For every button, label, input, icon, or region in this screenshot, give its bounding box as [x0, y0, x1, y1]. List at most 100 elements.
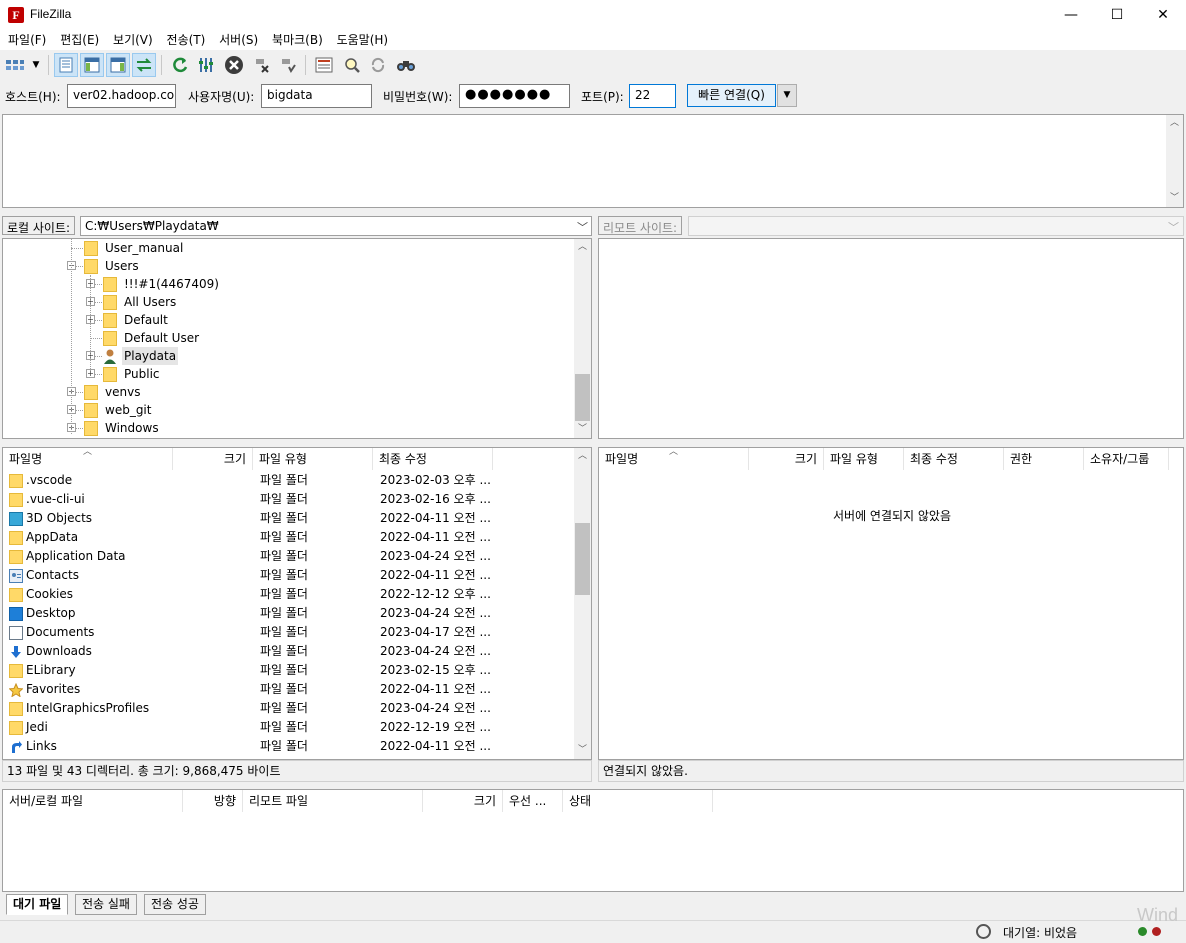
- scroll-down-icon[interactable]: ﹀: [1166, 190, 1183, 207]
- col-filetype[interactable]: 파일 유형: [824, 448, 904, 470]
- menu-view[interactable]: 보기(V): [108, 30, 158, 50]
- tree-node[interactable]: + venvs: [3, 383, 573, 401]
- scroll-down-icon[interactable]: ﹀: [574, 742, 591, 759]
- local-status: 13 파일 및 43 디렉터리. 총 크기: 9,868,475 바이트: [2, 760, 592, 782]
- file-row[interactable]: Jedi 파일 폴더 2022-12-19 오전 ...: [3, 718, 575, 737]
- file-row[interactable]: Cookies 파일 폴더 2022-12-12 오후 ...: [3, 585, 575, 604]
- tree-node[interactable]: + Playdata: [3, 347, 573, 365]
- file-row[interactable]: AppData 파일 폴더 2022-04-11 오전 ...: [3, 528, 575, 547]
- tree-node[interactable]: + web_git: [3, 401, 573, 419]
- local-site-path-input[interactable]: C:₩Users₩Playdata₩: [80, 216, 592, 236]
- site-manager-dropdown-icon[interactable]: ▼: [28, 53, 44, 77]
- scroll-down-icon[interactable]: ﹀: [574, 421, 591, 438]
- search-remote-files-icon[interactable]: [394, 53, 418, 77]
- password-input[interactable]: ●●●●●●●: [459, 84, 570, 108]
- menu-bookmarks[interactable]: 북마크(B): [267, 30, 328, 50]
- file-row[interactable]: Favorites 파일 폴더 2022-04-11 오전 ...: [3, 680, 575, 699]
- col-direction[interactable]: 방향: [183, 790, 243, 812]
- tree-node[interactable]: + All Users: [3, 293, 573, 311]
- tree-node[interactable]: + !!!#1(4467409): [3, 275, 573, 293]
- directory-listing-filters-icon[interactable]: [312, 53, 336, 77]
- quickconnect-dropdown-icon[interactable]: ▼: [777, 84, 797, 107]
- tree-node[interactable]: + Public: [3, 365, 573, 383]
- local-list-scrollbar[interactable]: ︿ ﹀: [574, 448, 591, 759]
- file-row[interactable]: Desktop 파일 폴더 2023-04-24 오전 ...: [3, 604, 575, 623]
- file-row[interactable]: Contacts 파일 폴더 2022-04-11 오전 ...: [3, 566, 575, 585]
- col-owner-group[interactable]: 소유자/그룹: [1084, 448, 1169, 470]
- port-input[interactable]: 22: [629, 84, 676, 108]
- col-size[interactable]: 크기: [423, 790, 503, 812]
- queue-status-icon: [976, 924, 991, 939]
- menu-server[interactable]: 서버(S): [214, 30, 263, 50]
- menu-edit[interactable]: 편집(E): [55, 30, 104, 50]
- disconnect-icon[interactable]: [250, 53, 274, 77]
- file-row[interactable]: ELibrary 파일 폴더 2023-02-15 오후 ...: [3, 661, 575, 680]
- scroll-up-icon[interactable]: ︿: [574, 239, 591, 256]
- tab-failed-transfers[interactable]: 전송 실패: [75, 894, 137, 915]
- col-status[interactable]: 상태: [563, 790, 713, 812]
- reconnect-icon[interactable]: [276, 53, 300, 77]
- maximize-button[interactable]: ☐: [1094, 0, 1140, 30]
- sort-ascending-icon: ︿: [83, 447, 93, 457]
- remote-path-dropdown-icon[interactable]: ﹀: [1168, 219, 1179, 235]
- scroll-thumb[interactable]: [575, 523, 590, 595]
- file-row[interactable]: Links 파일 폴더 2022-04-11 오전 ...: [3, 737, 575, 756]
- menu-help[interactable]: 도움말(H): [332, 30, 394, 50]
- col-modified[interactable]: 최종 수정: [904, 448, 1004, 470]
- host-input[interactable]: ver02.hadoop.com: [67, 84, 176, 108]
- toggle-transfer-queue-icon[interactable]: [132, 53, 156, 77]
- col-size[interactable]: 크기: [173, 448, 253, 470]
- tree-node[interactable]: + Windows: [3, 419, 573, 437]
- tab-successful-transfers[interactable]: 전송 성공: [144, 894, 206, 915]
- folder-icon: [9, 550, 23, 564]
- scroll-up-icon[interactable]: ︿: [574, 448, 591, 465]
- col-permissions[interactable]: 권한: [1004, 448, 1084, 470]
- close-button[interactable]: ✕: [1140, 0, 1186, 30]
- col-priority[interactable]: 우선 ...: [503, 790, 563, 812]
- remote-site-label: 리모트 사이트:: [598, 216, 683, 235]
- col-remote-file[interactable]: 리모트 파일: [243, 790, 423, 812]
- folder-icon: [9, 702, 23, 716]
- toggle-local-tree-icon[interactable]: [80, 53, 104, 77]
- tree-node[interactable]: + Default: [3, 311, 573, 329]
- tree-node-label: Default: [124, 313, 168, 327]
- minimize-button[interactable]: —: [1048, 0, 1094, 30]
- process-queue-icon[interactable]: [194, 53, 218, 77]
- file-row[interactable]: IntelGraphicsProfiles 파일 폴더 2023-04-24 오전 …: [3, 699, 575, 718]
- col-modified[interactable]: 최종 수정: [373, 448, 493, 470]
- file-row[interactable]: Application Data 파일 폴더 2023-04-24 오전 ...: [3, 547, 575, 566]
- menu-bar: 파일(F) 편집(E) 보기(V) 전송(T) 서버(S) 북마크(B) 도움말…: [0, 30, 1186, 50]
- toggle-message-log-icon[interactable]: [54, 53, 78, 77]
- local-tree-scrollbar[interactable]: ︿ ﹀: [574, 239, 591, 438]
- scroll-up-icon[interactable]: ︿: [1166, 115, 1183, 132]
- col-filetype[interactable]: 파일 유형: [253, 448, 373, 470]
- menu-file[interactable]: 파일(F): [3, 30, 51, 50]
- file-row[interactable]: .vue-cli-ui 파일 폴더 2023-02-16 오후 ...: [3, 490, 575, 509]
- remote-site-path-input[interactable]: [688, 216, 1184, 236]
- file-row[interactable]: .vscode 파일 폴더 2023-02-03 오후 ...: [3, 471, 575, 490]
- window-title: FileZilla: [30, 7, 72, 21]
- file-row[interactable]: 3D Objects 파일 폴더 2022-04-11 오전 ...: [3, 509, 575, 528]
- tree-node[interactable]: − Users: [3, 257, 573, 275]
- quickconnect-button[interactable]: 빠른 연결(Q): [687, 84, 776, 107]
- message-log-scrollbar[interactable]: ︿ ﹀: [1166, 115, 1183, 207]
- file-row[interactable]: Documents 파일 폴더 2023-04-17 오전 ...: [3, 623, 575, 642]
- col-server-local-file[interactable]: 서버/로컬 파일: [3, 790, 183, 812]
- site-manager-icon[interactable]: [4, 53, 26, 77]
- cancel-operation-icon[interactable]: [222, 53, 246, 77]
- menu-transfer[interactable]: 전송(T): [162, 30, 211, 50]
- file-row[interactable]: Downloads 파일 폴더 2023-04-24 오전 ...: [3, 642, 575, 661]
- file-modified: 2023-02-03 오후 ...: [380, 473, 491, 487]
- username-input[interactable]: bigdata: [261, 84, 372, 108]
- tree-node[interactable]: Default User: [3, 329, 573, 347]
- quickconnect-bar: 호스트(H): ver02.hadoop.com 사용자명(U): bigdat…: [0, 81, 1186, 111]
- synchronized-browsing-icon[interactable]: [366, 53, 390, 77]
- tab-queued-files[interactable]: 대기 파일: [6, 894, 69, 915]
- toggle-directory-comparison-icon[interactable]: [340, 53, 364, 77]
- local-path-dropdown-icon[interactable]: ﹀: [577, 219, 588, 235]
- tree-node[interactable]: User_manual: [3, 239, 573, 257]
- scroll-thumb[interactable]: [575, 374, 590, 421]
- col-size[interactable]: 크기: [749, 448, 824, 470]
- refresh-icon[interactable]: [168, 53, 192, 77]
- toggle-remote-tree-icon[interactable]: [106, 53, 130, 77]
